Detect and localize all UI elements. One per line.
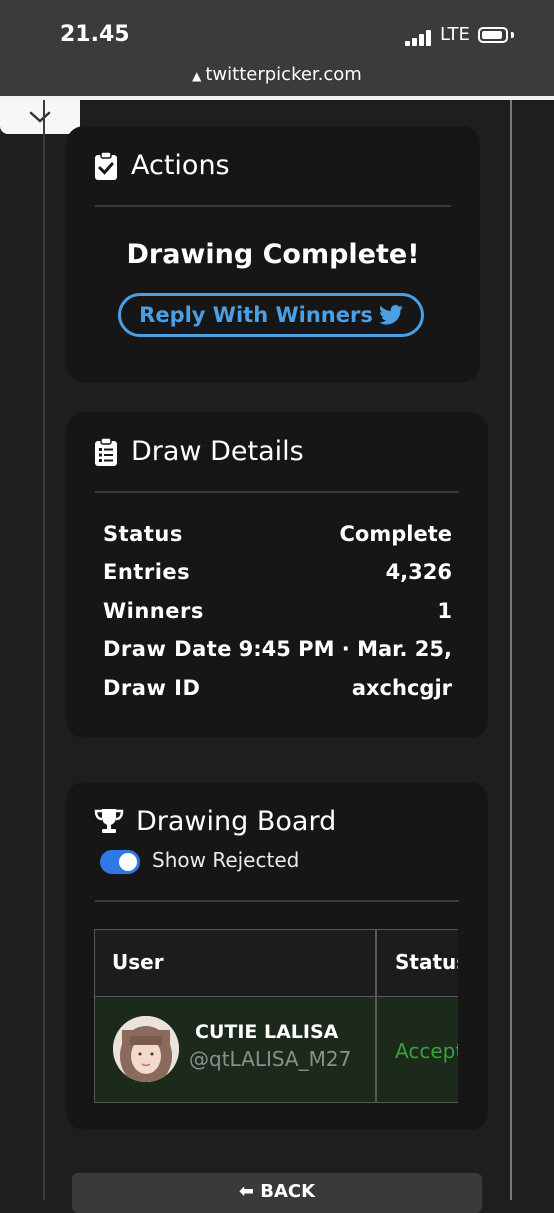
chevron-down-icon bbox=[29, 111, 51, 123]
user-display-name: CUTIE LALISA bbox=[195, 1021, 339, 1043]
detail-value: 4,326 bbox=[385, 560, 452, 584]
detail-row-entries: Entries 4,326 bbox=[103, 560, 452, 594]
detail-row-draw-id: Draw ID axchcgjr bbox=[103, 676, 452, 710]
back-button[interactable]: ⬅ BACK bbox=[72, 1173, 482, 1213]
entry-status: Accepted bbox=[395, 1039, 458, 1063]
detail-value: axchcgjr bbox=[351, 676, 452, 700]
twitter-icon bbox=[378, 305, 403, 325]
drawing-board-card: Drawing Board Show Rejected User Status bbox=[66, 782, 488, 1130]
draw-details-title: Draw Details bbox=[131, 436, 304, 467]
detail-row-winners: Winners 1 bbox=[103, 599, 452, 633]
table-header-row: User Status bbox=[94, 929, 458, 997]
show-rejected-toggle[interactable] bbox=[100, 850, 140, 874]
show-rejected-label: Show Rejected bbox=[152, 848, 300, 872]
drawing-status-heading: Drawing Complete! bbox=[126, 239, 420, 270]
detail-label: Entries bbox=[103, 560, 191, 584]
detail-row-draw-date: Draw Date 9:45 PM · Mar. 25, bbox=[103, 637, 452, 671]
trophy-icon bbox=[94, 809, 124, 833]
column-header-status: Status bbox=[395, 950, 458, 974]
column-header-user: User bbox=[112, 950, 164, 974]
content-border-left bbox=[43, 100, 45, 1200]
detail-label: Status bbox=[103, 522, 183, 546]
draw-details-card: Draw Details Status Complete Entries 4,3… bbox=[66, 412, 488, 738]
ios-status-bar: 21.45 LTE ▲ twitterpicker.com bbox=[0, 0, 554, 96]
network-label: LTE bbox=[440, 24, 470, 45]
actions-divider bbox=[95, 205, 451, 207]
detail-label: Draw Date bbox=[103, 637, 233, 661]
back-text: BACK bbox=[260, 1181, 316, 1202]
user-handle[interactable]: @qtLALISA_M27 bbox=[189, 1047, 351, 1071]
detail-row-status: Status Complete bbox=[103, 522, 452, 556]
back-arrow-icon: ⬅ bbox=[238, 1181, 261, 1202]
menu-toggle-button[interactable] bbox=[0, 100, 80, 134]
battery-tip bbox=[511, 32, 514, 38]
url-text: twitterpicker.com bbox=[205, 64, 362, 85]
details-divider bbox=[95, 491, 459, 493]
user-avatar bbox=[113, 1016, 179, 1082]
lock-icon: ▲ bbox=[192, 69, 202, 83]
winners-table: User Status CUTIE LALISA @qtLALISA_M27 A… bbox=[94, 929, 458, 1103]
clipboard-list-icon bbox=[95, 437, 117, 466]
table-row[interactable]: CUTIE LALISA @qtLALISA_M27 Accepted bbox=[94, 997, 458, 1103]
clipboard-check-icon bbox=[95, 151, 117, 180]
column-separator bbox=[375, 929, 377, 1103]
page-top-edge bbox=[0, 96, 554, 100]
avatar-portrait bbox=[113, 1016, 179, 1082]
back-button-label: ⬅ BACK bbox=[72, 1181, 482, 1202]
detail-value: 1 bbox=[437, 599, 452, 623]
detail-value: Complete bbox=[339, 522, 452, 546]
battery-icon bbox=[478, 27, 508, 43]
signal-icon bbox=[405, 30, 431, 46]
actions-title: Actions bbox=[131, 150, 230, 181]
detail-value: 9:45 PM · Mar. 25, bbox=[238, 637, 452, 661]
reply-button-label: Reply With Winners bbox=[139, 303, 373, 327]
address-bar[interactable]: ▲ twitterpicker.com bbox=[0, 64, 554, 85]
content-border-right bbox=[510, 100, 512, 1200]
reply-with-winners-button[interactable]: Reply With Winners bbox=[118, 293, 424, 337]
detail-label: Draw ID bbox=[103, 676, 201, 700]
board-divider bbox=[95, 900, 459, 902]
status-time: 21.45 bbox=[60, 22, 130, 47]
detail-label: Winners bbox=[103, 599, 204, 623]
drawing-board-title: Drawing Board bbox=[136, 806, 337, 837]
actions-card: Actions Drawing Complete! Reply With Win… bbox=[66, 126, 480, 382]
